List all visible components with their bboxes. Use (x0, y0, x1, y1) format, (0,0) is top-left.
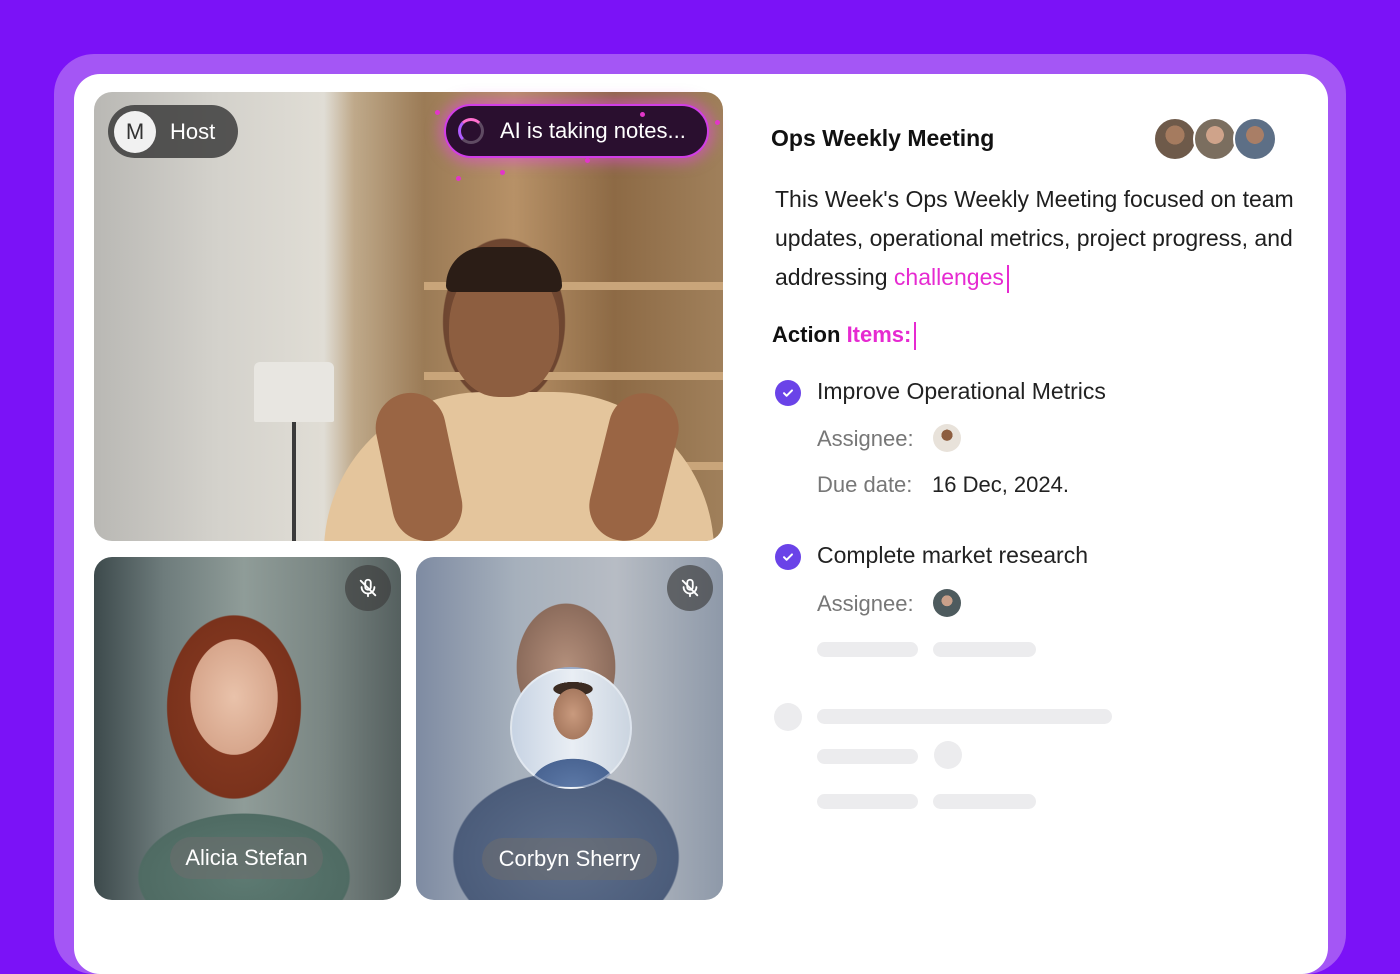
sparkle-decor (456, 176, 461, 181)
check-icon[interactable] (775, 544, 801, 570)
avatar (1233, 117, 1277, 161)
sparkle-decor (500, 170, 505, 175)
mic-off-icon[interactable] (667, 565, 713, 611)
participant-name-label: Alicia Stefan (170, 837, 323, 879)
loading-skeleton (933, 794, 1036, 809)
host-person-hair (446, 247, 562, 292)
ai-status-label: AI is taking notes... (500, 118, 686, 143)
assignee-label: Assignee: (817, 426, 914, 451)
check-icon[interactable] (775, 380, 801, 406)
due-date-label: Due date: (817, 472, 913, 497)
action-item-title: Complete market research (817, 542, 1088, 568)
loading-skeleton (934, 741, 962, 769)
ai-notes-status: AI is taking notes... (444, 104, 709, 158)
loading-skeleton (817, 709, 1112, 724)
lamp-decor (292, 422, 296, 541)
text-caret (1006, 264, 1009, 293)
meeting-summary: This Week's Ops Weekly Meeting focused o… (775, 180, 1295, 297)
action-items-heading-typing: Items: (846, 322, 912, 347)
avatar (510, 667, 632, 789)
sparkle-decor (640, 112, 645, 117)
host-badge: M Host (108, 105, 238, 158)
assignee-avatar[interactable] (933, 589, 961, 617)
loading-skeleton (774, 703, 802, 731)
action-items-heading: Action Items: (772, 322, 917, 351)
avatar (1193, 117, 1237, 161)
host-video-tile (94, 92, 723, 541)
lamp-decor (254, 362, 334, 422)
action-item-title: Improve Operational Metrics (817, 378, 1106, 404)
summary-text: This Week's Ops Weekly Meeting focused o… (775, 186, 1294, 290)
summary-typing-text: challenges (893, 264, 1004, 290)
assignee-avatar[interactable] (933, 424, 961, 452)
mic-off-icon[interactable] (345, 565, 391, 611)
assignee-label: Assignee: (817, 591, 914, 616)
loading-skeleton (817, 642, 918, 657)
sparkle-decor (715, 120, 720, 125)
text-caret (914, 322, 917, 351)
loading-skeleton (933, 642, 1036, 657)
avatar (1153, 117, 1197, 161)
sparkle-decor (585, 158, 590, 163)
meeting-title: Ops Weekly Meeting (771, 125, 995, 151)
attendee-avatars[interactable] (1153, 117, 1277, 161)
loading-skeleton (817, 749, 918, 764)
action-items-heading-plain: Action (772, 322, 847, 347)
spinner-icon (458, 118, 484, 144)
participant-name-label: Corbyn Sherry (482, 838, 657, 880)
loading-skeleton (817, 794, 918, 809)
host-label: Host (170, 118, 216, 144)
due-date-value: 16 Dec, 2024. (932, 472, 1069, 497)
sparkle-decor (435, 110, 440, 115)
host-avatar: M (114, 110, 156, 153)
